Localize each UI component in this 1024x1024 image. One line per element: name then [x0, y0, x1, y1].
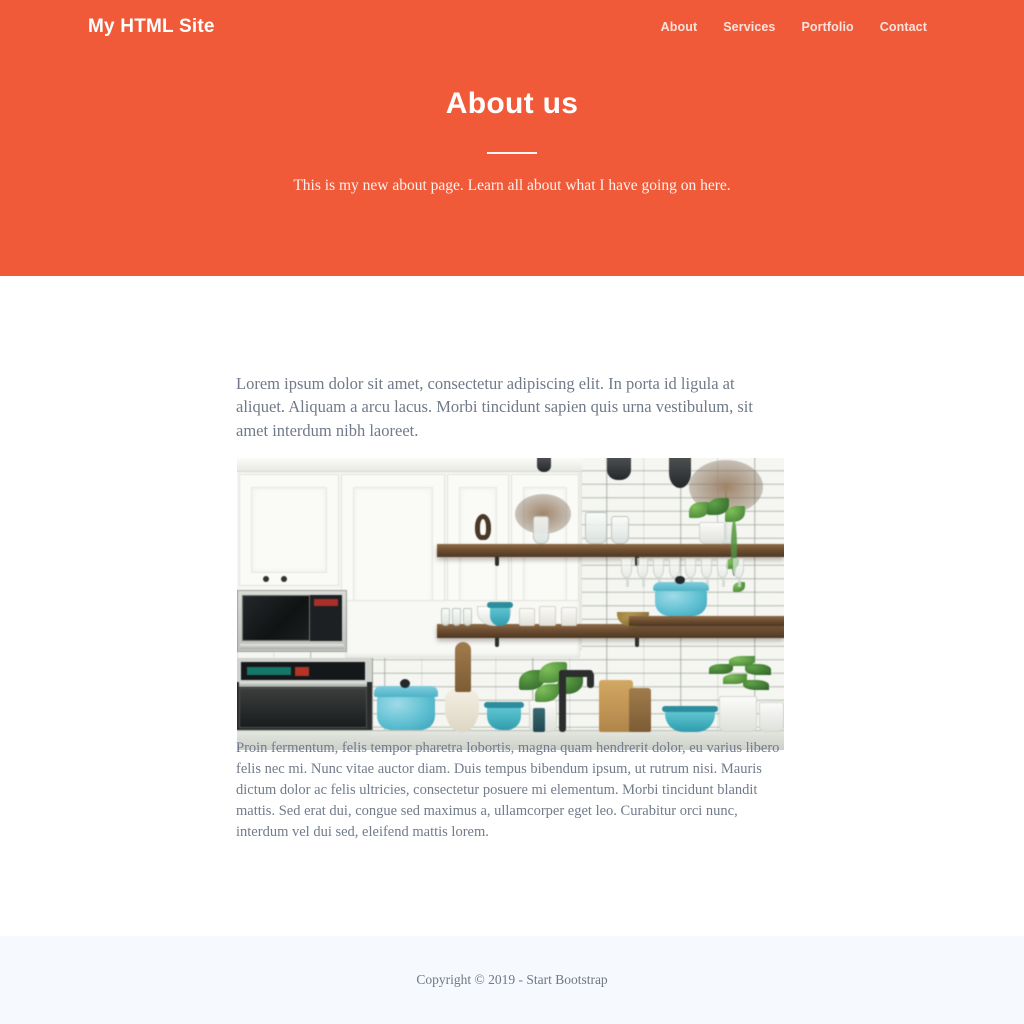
range-display	[295, 667, 309, 676]
page-subtitle: This is my new about page. Learn all abo…	[293, 177, 731, 194]
footer-copyright: Copyright © 2019 - Start Bootstrap	[416, 972, 608, 987]
blue-dutch-oven	[377, 694, 435, 730]
cabinet-crown-moulding	[237, 458, 582, 472]
ceramic-jar	[539, 606, 556, 626]
microwave-control-panel	[310, 595, 342, 641]
cutting-board	[599, 680, 633, 732]
hanging-pan	[537, 458, 551, 472]
cutting-board	[629, 688, 651, 732]
ceramic-jar	[561, 607, 577, 626]
nav-item-contact: Contact	[867, 14, 940, 40]
nav-link-services[interactable]: Services	[710, 14, 788, 40]
kitchen-image	[237, 458, 784, 750]
nav-link-about[interactable]: About	[648, 14, 711, 40]
nav-item-services: Services	[710, 14, 788, 40]
shelf-bracket	[495, 638, 499, 647]
dutch-oven-knob	[675, 576, 685, 584]
hanging-wine-glass	[717, 558, 728, 587]
hanging-wine-glass	[621, 558, 632, 587]
hanging-wine-glass	[637, 558, 648, 587]
metal-sculpture	[475, 514, 491, 540]
range-door	[239, 688, 367, 728]
heading-divider	[487, 152, 537, 154]
teal-bowl	[484, 702, 524, 730]
hanging-wine-glass	[733, 558, 744, 587]
hanging-wine-glass	[653, 558, 664, 587]
main-content: Lorem ipsum dolor sit amet, consectetur …	[0, 276, 1024, 936]
masthead: My HTML Site About Services Portfolio Co…	[0, 0, 1024, 276]
range-handle	[239, 682, 367, 687]
floating-shelf-right	[629, 616, 784, 626]
plant-pot	[719, 696, 757, 732]
masthead-inner: About us This is my new about page. Lear…	[0, 86, 1024, 197]
shelf-bracket	[635, 638, 639, 647]
kitchen-image-canvas	[237, 458, 784, 750]
nav-link-contact[interactable]: Contact	[867, 14, 940, 40]
content-column: Lorem ipsum dolor sit amet, consectetur …	[236, 372, 784, 442]
soap-bottle	[533, 708, 545, 732]
shelf-bracket	[495, 557, 499, 566]
nav-link-list: About Services Portfolio Contact	[648, 14, 940, 40]
dutch-oven-knob	[400, 679, 410, 688]
glass-vase	[533, 516, 549, 544]
site-brand[interactable]: My HTML Site	[88, 16, 215, 38]
drinking-glass	[463, 608, 472, 626]
glass-pitcher	[585, 512, 607, 544]
cream-vase	[445, 688, 479, 732]
nav-link-portfolio[interactable]: Portfolio	[788, 14, 866, 40]
paragraph-two-wrap: Proin fermentum, felis tempor pharetra l…	[236, 738, 784, 843]
microwave-handle	[240, 644, 344, 649]
page-title: About us	[445, 87, 579, 120]
floating-shelf-lower	[437, 624, 784, 638]
faucet-head	[587, 672, 594, 688]
drinking-glass	[452, 608, 461, 626]
main-navbar: My HTML Site About Services Portfolio Co…	[0, 0, 1024, 54]
site-footer: Copyright © 2019 - Start Bootstrap	[0, 936, 1024, 1024]
kitchen-faucet	[559, 670, 566, 732]
turquoise-dutch-oven	[655, 588, 707, 616]
drinking-glass	[441, 608, 450, 626]
hanging-wine-glass	[685, 558, 696, 587]
plant-pot	[759, 702, 784, 732]
hanging-pan	[607, 458, 631, 480]
paragraph-two: Proin fermentum, felis tempor pharetra l…	[236, 740, 780, 841]
glass-jar	[611, 516, 629, 544]
spiky-plant-leaf	[745, 664, 771, 675]
paragraph-one: Lorem ipsum dolor sit amet, consectetur …	[236, 374, 753, 440]
microwave-oven	[237, 590, 347, 652]
hanging-wine-glass	[701, 558, 712, 587]
spiky-plant-leaf	[743, 680, 769, 690]
cutting-board	[455, 642, 471, 692]
cabinet-door	[239, 474, 339, 586]
teal-canister	[487, 602, 513, 626]
ceramic-jar	[519, 608, 535, 626]
cabinet-knob	[263, 576, 269, 582]
hanging-pan	[669, 458, 691, 488]
cabinet-knob	[281, 576, 287, 582]
plant-pot	[699, 522, 725, 544]
nav-item-portfolio: Portfolio	[788, 14, 866, 40]
nav-item-about: About	[648, 14, 711, 40]
hanging-wine-glass	[669, 558, 680, 587]
microwave-door-glass	[242, 595, 310, 641]
